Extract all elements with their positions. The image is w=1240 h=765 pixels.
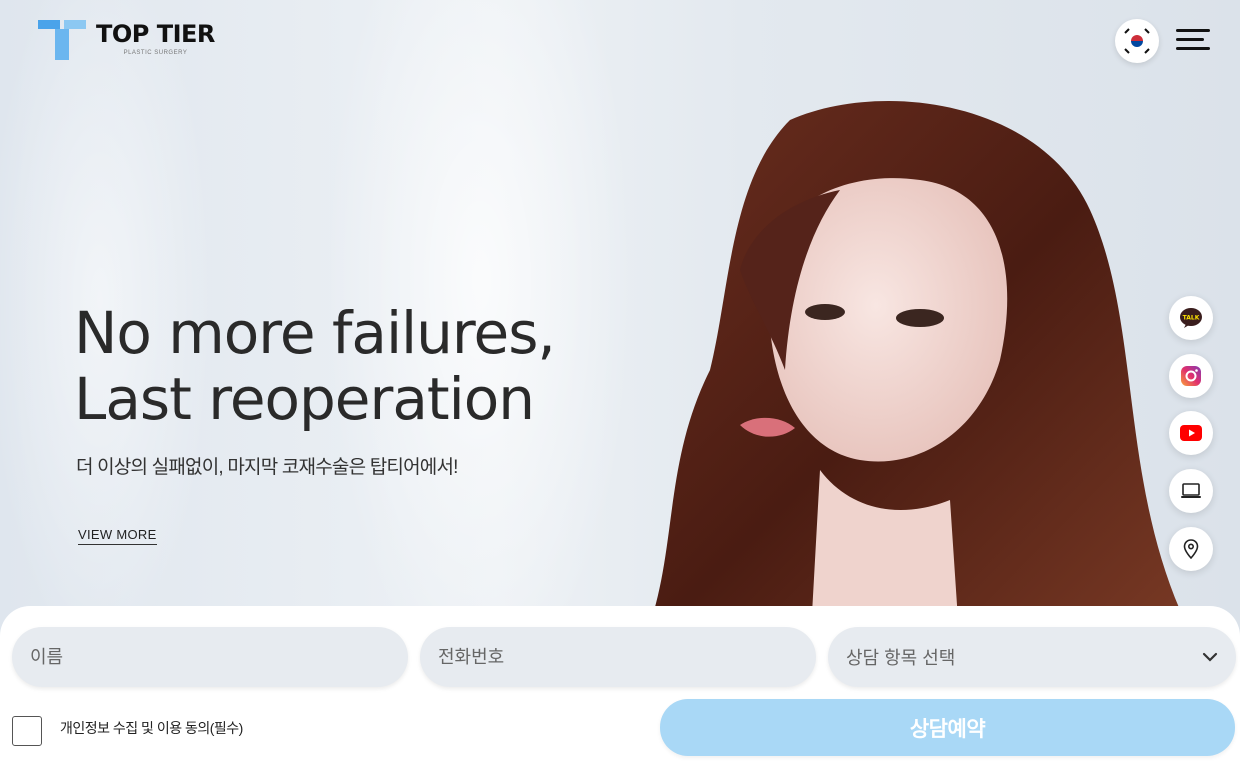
laptop-icon bbox=[1181, 483, 1201, 498]
instagram-icon bbox=[1181, 366, 1201, 386]
logo-name: TOP TIER bbox=[96, 20, 215, 48]
kakaotalk-icon: TALK bbox=[1180, 308, 1202, 328]
consultation-form: 상담 항목 선택 개인정보 수집 및 이용 동의(필수) 상담예약 bbox=[0, 606, 1240, 765]
location-button[interactable] bbox=[1169, 527, 1213, 571]
consult-reservation-button[interactable]: 상담예약 bbox=[660, 699, 1235, 756]
consult-select-value: 상담 항목 선택 bbox=[846, 648, 956, 668]
blog-button[interactable] bbox=[1169, 469, 1213, 513]
chevron-down-icon bbox=[1202, 652, 1218, 662]
view-more-link[interactable]: VIEW MORE bbox=[78, 527, 157, 545]
site-logo[interactable]: TOP TIER PLASTIC SURGERY bbox=[38, 20, 215, 60]
hamburger-menu-button[interactable] bbox=[1176, 29, 1210, 51]
svg-text:TALK: TALK bbox=[1183, 315, 1200, 322]
youtube-icon bbox=[1180, 425, 1202, 441]
logo-subtitle: PLASTIC SURGERY bbox=[123, 50, 188, 56]
headline-line-1: No more failures, bbox=[74, 299, 556, 367]
language-button[interactable] bbox=[1115, 19, 1159, 63]
map-pin-icon bbox=[1183, 539, 1199, 559]
youtube-button[interactable] bbox=[1169, 411, 1213, 455]
instagram-button[interactable] bbox=[1169, 354, 1213, 398]
privacy-agree-label: 개인정보 수집 및 이용 동의(필수) bbox=[60, 720, 243, 736]
headline-line-2: Last reoperation bbox=[74, 365, 535, 433]
menu-line bbox=[1176, 47, 1210, 50]
korea-flag-icon bbox=[1121, 25, 1153, 57]
consult-item-select[interactable]: 상담 항목 선택 bbox=[828, 627, 1236, 687]
hero-model-image bbox=[644, 101, 1180, 640]
name-field-wrapper bbox=[12, 627, 408, 687]
hero-headline: No more failures, Last reoperation bbox=[74, 299, 556, 433]
logo-t-icon bbox=[38, 20, 86, 60]
hero-subline: 더 이상의 실패없이, 마지막 코재수술은 탑티어에서! bbox=[76, 457, 458, 478]
name-input[interactable] bbox=[30, 646, 408, 668]
privacy-agree-checkbox[interactable] bbox=[12, 716, 42, 746]
kakaotalk-button[interactable]: TALK bbox=[1169, 296, 1213, 340]
menu-line bbox=[1176, 38, 1204, 41]
phone-input[interactable] bbox=[438, 646, 816, 668]
phone-field-wrapper bbox=[420, 627, 816, 687]
menu-line bbox=[1176, 29, 1210, 32]
